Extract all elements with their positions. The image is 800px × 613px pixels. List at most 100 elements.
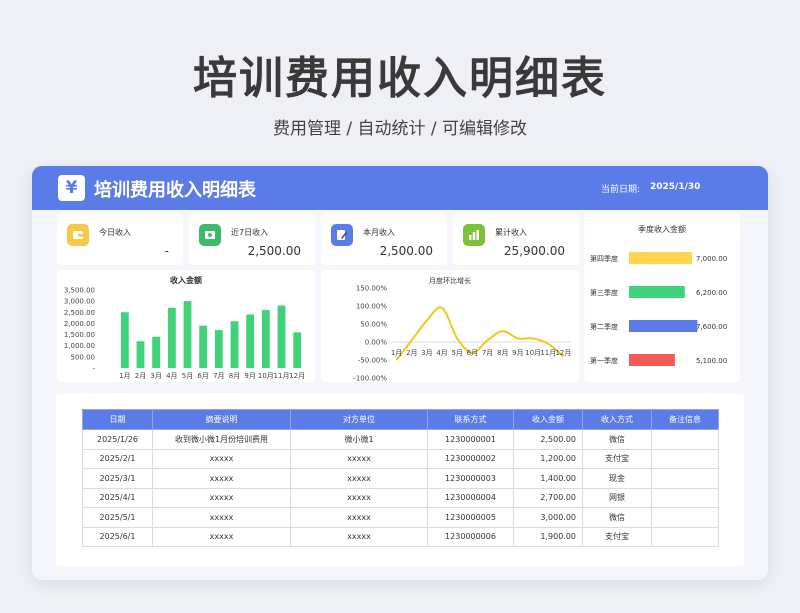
- table-cell[interactable]: [651, 526, 719, 547]
- table-cell[interactable]: xxxxx: [290, 526, 428, 547]
- table-cell[interactable]: 微信: [582, 507, 652, 528]
- table-cell[interactable]: 微信: [582, 429, 652, 450]
- growth-chart-panel: 月度环比增长 150.00% 100.00% 50.00% 0.00% -50.00% -…: [321, 270, 579, 382]
- table-cell[interactable]: xxxxx: [290, 507, 428, 528]
- table-cell[interactable]: 现金: [582, 468, 652, 489]
- bar: [214, 330, 223, 368]
- stat-label: 今日收入: [99, 228, 131, 237]
- x-tick-label: 6月: [467, 349, 478, 357]
- table-cell[interactable]: 1230000005: [427, 507, 514, 528]
- quarter-bar: [629, 252, 692, 264]
- table-cell[interactable]: 支付宝: [582, 526, 652, 547]
- table-cell[interactable]: 3,000.00: [513, 507, 583, 528]
- detail-table-panel: 日期 摘要说明 对方单位 联系方式 收入金额 收入方式 备注信息 2025/1/…: [56, 394, 744, 566]
- y-tick-label: -50.00%: [358, 357, 388, 365]
- x-tick-label: 4月: [436, 349, 447, 357]
- table-cell[interactable]: 2,500.00: [513, 429, 583, 450]
- table-cell[interactable]: 1,400.00: [513, 468, 583, 489]
- table-row[interactable]: 2025/3/1 xxxxx xxxxx 1230000003 1,400.00 现金: [82, 468, 719, 489]
- table-cell[interactable]: [651, 468, 719, 489]
- y-tick-label: 2,500.00: [64, 309, 95, 317]
- stat-label: 本月收入: [363, 228, 395, 237]
- x-tick-label: 8月: [497, 349, 508, 357]
- quarter-label: 第三季度: [590, 288, 618, 297]
- col-header: 对方单位: [290, 409, 428, 430]
- table-cell[interactable]: 2025/3/1: [82, 468, 153, 489]
- table-row[interactable]: 2025/1/26 收到微小微1月份培训费用 微小微1 1230000001 2,500…: [82, 429, 719, 450]
- yen-icon: ¥: [58, 175, 85, 201]
- table-cell[interactable]: 2025/1/26: [82, 429, 153, 450]
- table-cell[interactable]: 2025/4/1: [82, 487, 153, 508]
- table-cell[interactable]: 1,200.00: [513, 448, 583, 469]
- y-tick-label: 3,500.00: [64, 287, 95, 295]
- x-tick-label: 2月: [406, 349, 417, 357]
- x-tick-label: 9月: [244, 372, 255, 380]
- table-cell[interactable]: [651, 487, 719, 508]
- table-cell[interactable]: xxxxx: [152, 507, 291, 528]
- table-row[interactable]: 2025/6/1 xxxxx xxxxx 1230000006 1,900.00 支付宝: [82, 526, 719, 547]
- x-tick-label: 10月: [258, 372, 274, 380]
- x-tick-label: 5月: [182, 372, 193, 380]
- quarter-bar: [629, 320, 698, 332]
- bar: [293, 332, 302, 368]
- table-cell[interactable]: [651, 429, 719, 450]
- table-row[interactable]: 2025/2/1 xxxxx xxxxx 1230000002 1,200.00 支付宝: [82, 448, 719, 469]
- table-cell[interactable]: xxxxx: [290, 468, 428, 489]
- x-tick-label: 1月: [119, 372, 130, 380]
- table-row[interactable]: 2025/5/1 xxxxx xxxxx 1230000005 3,000.00 微信: [82, 507, 719, 528]
- table-cell[interactable]: 微小微1: [290, 429, 428, 450]
- col-header: 备注信息: [651, 409, 719, 430]
- y-tick-label: 1,500.00: [64, 331, 95, 339]
- detail-table: 日期 摘要说明 对方单位 联系方式 收入金额 收入方式 备注信息 2025/1/…: [82, 409, 719, 547]
- table-cell[interactable]: 1230000006: [427, 526, 514, 547]
- table-cell[interactable]: 2025/6/1: [82, 526, 153, 547]
- table-cell[interactable]: 网银: [582, 487, 652, 508]
- bar: [199, 325, 208, 368]
- quarter-value-label: 5,100.00: [696, 357, 727, 365]
- table-cell[interactable]: 1,900.00: [513, 526, 583, 547]
- quarter-value-label: 7,000.00: [696, 255, 727, 263]
- table-cell[interactable]: 2,700.00: [513, 487, 583, 508]
- table-cell[interactable]: 收到微小微1月份培训费用: [152, 429, 291, 450]
- y-tick-label: 1,000.00: [64, 342, 95, 350]
- page-subtitle: 费用管理 / 自动统计 / 可编辑修改: [272, 119, 528, 139]
- table-cell[interactable]: 1230000001: [427, 429, 514, 450]
- table-cell[interactable]: 1230000002: [427, 448, 514, 469]
- x-tick-label: 1月: [391, 349, 402, 357]
- col-header: 收入方式: [582, 409, 652, 430]
- table-cell[interactable]: xxxxx: [152, 487, 291, 508]
- table-cell[interactable]: 1230000003: [427, 468, 514, 489]
- table-row[interactable]: 2025/4/1 xxxxx xxxxx 1230000004 2,700.00 网银: [82, 487, 719, 508]
- stat-label: 累计收入: [495, 228, 527, 237]
- table-cell[interactable]: [651, 448, 719, 469]
- y-tick-label: 100.00%: [356, 303, 387, 311]
- stat-label: 近7日收入: [231, 228, 269, 237]
- bar-chart-icon: [463, 224, 485, 246]
- table-cell[interactable]: 1230000004: [427, 487, 514, 508]
- quarter-value-label: 7,600.00: [696, 323, 727, 331]
- table-cell[interactable]: 2025/5/1: [82, 507, 153, 528]
- stat-value: 25,900.00: [503, 244, 565, 258]
- bar: [230, 321, 239, 368]
- table-cell[interactable]: 支付宝: [582, 448, 652, 469]
- dashboard-title: 培训费用收入明细表: [94, 180, 256, 201]
- stat-value: 2,500.00: [379, 244, 433, 258]
- y-tick-label: 50.00%: [360, 321, 387, 329]
- table-cell[interactable]: xxxxx: [290, 487, 428, 508]
- table-cell[interactable]: xxxxx: [152, 448, 291, 469]
- x-tick-label: 9月: [512, 349, 523, 357]
- x-tick-label: 5月: [452, 349, 463, 357]
- x-tick-label: 11月: [274, 372, 290, 380]
- income-bar-chart: 3,500.00 3,000.00 2,500.00 2,000.00 1,500.00…: [64, 287, 305, 381]
- table-cell[interactable]: xxxxx: [152, 468, 291, 489]
- table-cell[interactable]: xxxxx: [152, 526, 291, 547]
- y-tick-label: -100.00%: [353, 375, 387, 383]
- bar: [120, 312, 129, 368]
- edit-icon: [331, 224, 353, 246]
- table-cell[interactable]: 2025/2/1: [82, 448, 153, 469]
- table-cell[interactable]: [651, 507, 719, 528]
- dashboard-card: ¥ 培训费用收入明细表 当前日期: 2025/1/30 今日收入 - 近7日收入…: [32, 166, 768, 580]
- bar: [246, 314, 255, 368]
- dashboard-header: ¥ 培训费用收入明细表 当前日期: 2025/1/30: [32, 166, 768, 210]
- table-cell[interactable]: xxxxx: [290, 448, 428, 469]
